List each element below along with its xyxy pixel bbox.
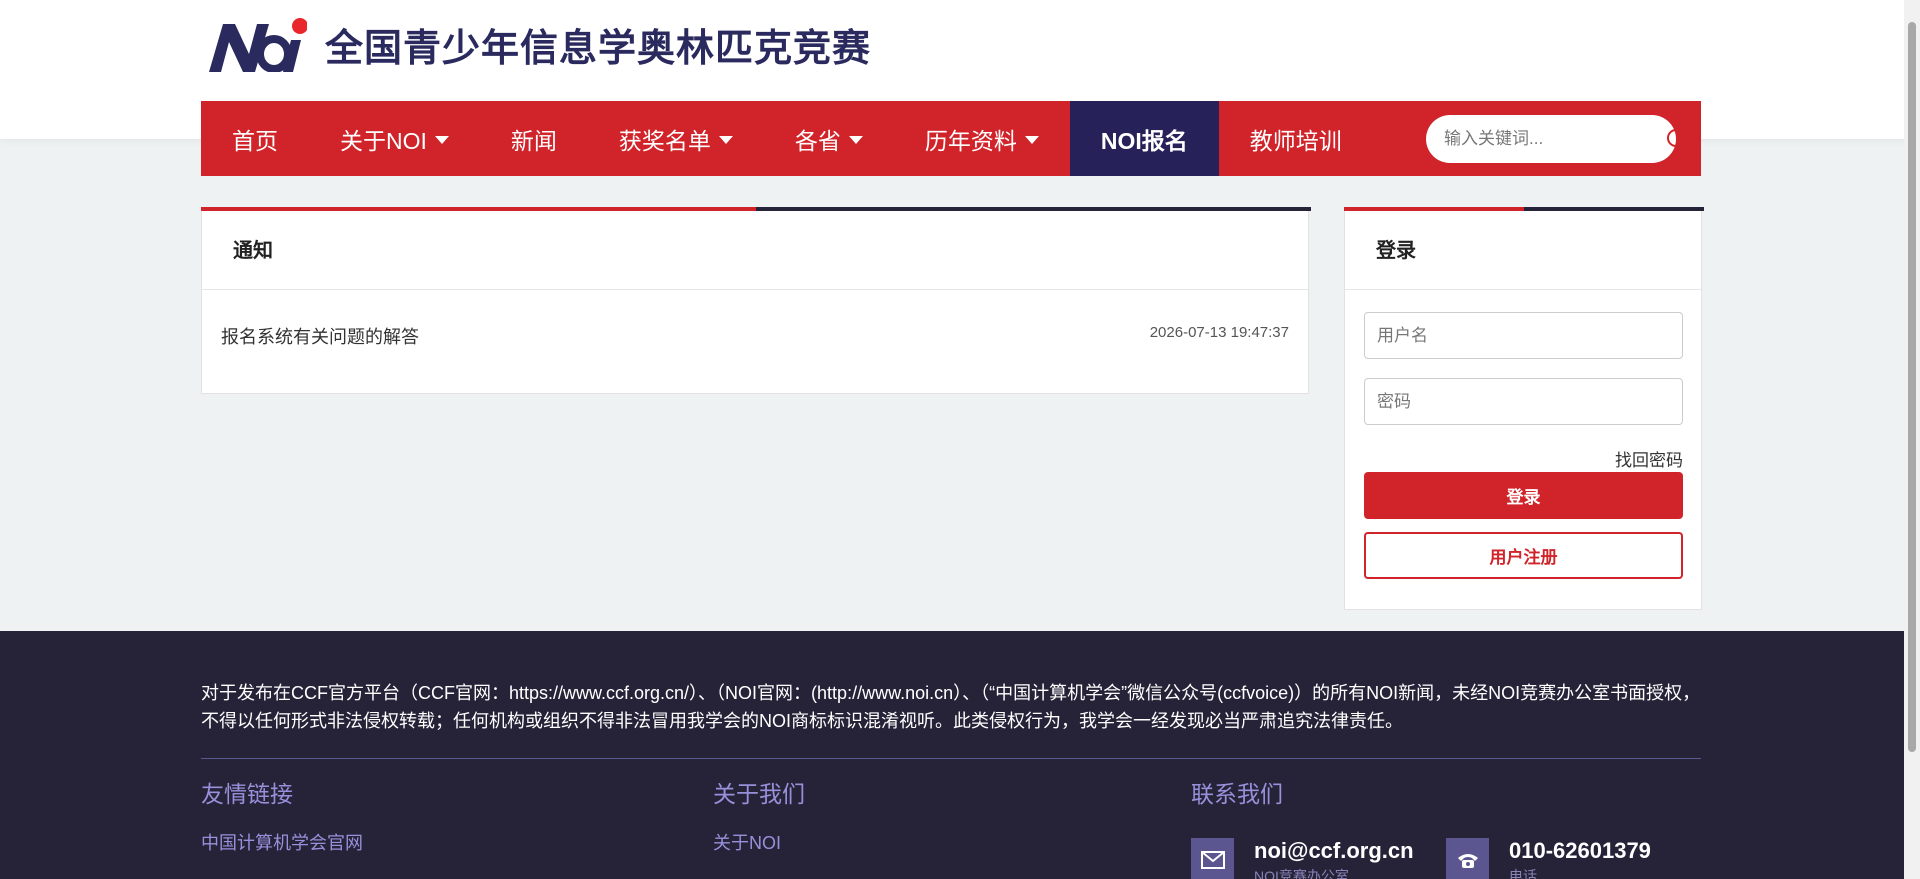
footer-link-ccf[interactable]: 中国计算机学会官网 [201,829,363,855]
contact-phone-value[interactable]: 010-62601379 [1509,838,1651,864]
site-title: 全国青少年信息学奥林匹克竞赛 [325,27,872,70]
footer-divider [201,758,1701,759]
forgot-password-link[interactable]: 找回密码 [1615,446,1683,471]
nav-item-news[interactable]: 新闻 [480,101,588,176]
search-box [1426,115,1687,163]
username-input[interactable] [1364,312,1683,359]
contact-phone: 010-62601379 电话 [1446,838,1651,879]
contact-us-heading: 联系我们 [1191,781,1283,807]
contact-phone-label: 电话 [1509,868,1537,879]
friendly-links-heading: 友情链接 [201,781,293,807]
caret-down-icon [434,135,449,144]
nav-item-provinces[interactable]: 各省 [764,101,894,176]
site-logo[interactable]: 全国青少年信息学奥林匹克竞赛 [201,16,872,73]
nav-item-archives[interactable]: 历年资料 [894,101,1070,176]
nav-item-about[interactable]: 关于NOI [309,101,480,176]
search-icon[interactable] [1665,127,1689,151]
nav-item-teacher-training[interactable]: 教师培训 [1219,101,1373,176]
register-button[interactable]: 用户注册 [1364,532,1683,579]
nav-item-label: 历年资料 [924,127,1017,154]
copyright-notice: 对于发布在CCF官方平台（CCF官网：https://www.ccf.org.c… [201,683,1701,731]
nav-item-label: 获奖名单 [618,127,711,154]
page-scrollbar[interactable] [1904,0,1920,879]
nav-item-label: 首页 [232,127,278,154]
scrollbar-thumb[interactable] [1908,22,1916,752]
nav-item-label: NOI报名 [1100,127,1188,154]
caret-down-icon [848,135,863,144]
contact-email: noi@ccf.org.cn NOI竞赛办公室 [1191,838,1414,879]
notice-timestamp: 2026-07-13 19:47:37 [1149,323,1289,341]
phone-icon [1446,838,1489,879]
login-heading: 登录 [1345,208,1701,290]
main-nav: 首页 关于NOI 新闻 获奖名单 各省 历年资料 NOI报名 教师培训 [201,101,1701,176]
password-input[interactable] [1364,378,1683,425]
nav-item-label: 各省 [794,127,841,154]
caret-down-icon [718,135,733,144]
nav-item-home[interactable]: 首页 [201,101,309,176]
noi-logo-icon [201,16,308,73]
nav-item-label: 教师培训 [1249,127,1342,154]
list-item: 报名系统有关问题的解答 2026-07-13 19:47:37 [221,323,1289,349]
search-input[interactable] [1444,129,1665,149]
contact-email-label: NOI竞赛办公室 [1254,868,1349,879]
site-footer: 对于发布在CCF官方平台（CCF官网：https://www.ccf.org.c… [0,631,1920,879]
notice-link[interactable]: 报名系统有关问题的解答 [221,323,419,349]
about-us-heading: 关于我们 [713,781,805,807]
panel-accent-bar [1344,207,1704,211]
login-panel: 登录 找回密码 登录 用户注册 [1344,207,1704,610]
mail-icon [1191,838,1234,879]
contact-email-value[interactable]: noi@ccf.org.cn [1254,838,1414,864]
footer-link-about-noi[interactable]: 关于NOI [713,829,781,855]
notice-heading: 通知 [202,208,1308,290]
login-button[interactable]: 登录 [1364,472,1683,519]
nav-item-label: 关于NOI [340,127,427,154]
nav-item-awards[interactable]: 获奖名单 [588,101,764,176]
nav-item-registration[interactable]: NOI报名 [1069,101,1219,176]
nav-item-label: 新闻 [510,127,557,154]
panel-accent-bar [201,207,1311,211]
notice-panel: 通知 报名系统有关问题的解答 2026-07-13 19:47:37 [201,207,1311,394]
caret-down-icon [1024,135,1039,144]
